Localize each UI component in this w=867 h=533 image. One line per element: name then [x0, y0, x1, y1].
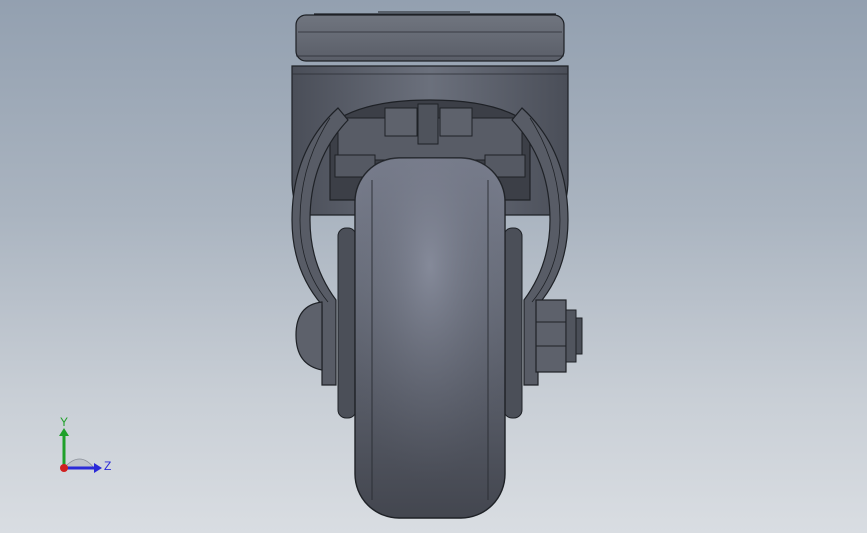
z-axis-arrow [94, 463, 102, 473]
y-axis-arrow [59, 428, 69, 436]
y-axis-label: Y [60, 415, 68, 429]
caster-wheel-model[interactable] [0, 0, 867, 533]
coordinate-triad: Y Z [59, 415, 111, 473]
z-axis-label: Z [104, 459, 111, 473]
axle-cap-left [295, 301, 323, 371]
graphics-viewport[interactable]: Y Z [0, 0, 867, 533]
x-axis-dot [60, 464, 68, 472]
axle-nut-right [535, 299, 583, 373]
top-plate [295, 11, 565, 62]
wheel-tire [354, 157, 506, 519]
